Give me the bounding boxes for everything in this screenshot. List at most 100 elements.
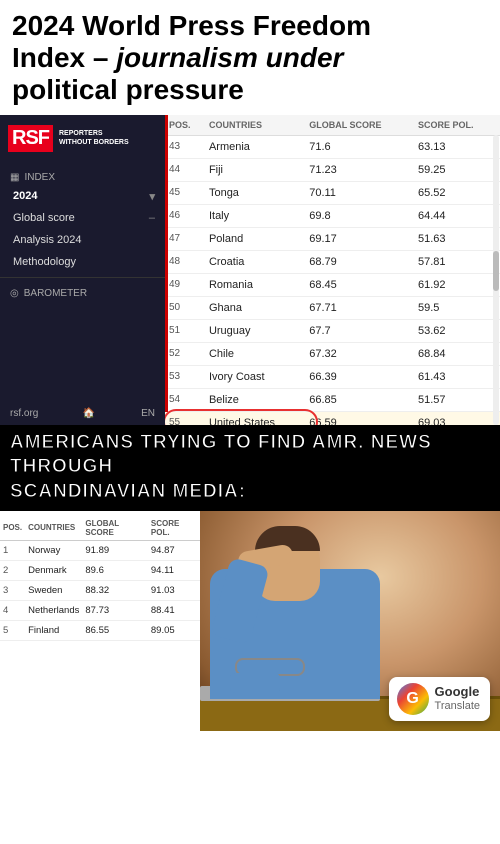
table-row: 53Ivory Coast66.3961.43 — [165, 365, 500, 388]
cell-country: Romania — [205, 273, 305, 296]
cell-country: Netherlands — [25, 600, 82, 620]
cell-pos: 2 — [0, 560, 25, 580]
barometer-section-title: ◎ BAROMETER — [0, 282, 165, 301]
cell-global: 67.71 — [305, 296, 414, 319]
rsf-sidebar: RSF REPORTERS WITHOUT BORDERS ▦ INDEX 20… — [0, 115, 165, 425]
cell-country: Poland — [205, 227, 305, 250]
small-col-global: GLOBAL SCORE — [82, 516, 148, 541]
cell-country: Armenia — [205, 135, 305, 158]
table-row: 54Belize66.8551.57 — [165, 388, 500, 411]
cell-country: Ivory Coast — [205, 365, 305, 388]
cell-pol: 91.03 — [148, 580, 200, 600]
scrollbar-thumb — [493, 251, 499, 291]
small-col-country: COUNTRIES — [25, 516, 82, 541]
cell-pol: 59.5 — [414, 296, 500, 319]
cell-pos: 45 — [165, 181, 205, 204]
google-translate-badge[interactable]: G Google Translate — [389, 677, 490, 721]
main-table-body: 43Armenia71.663.1344Fiji71.2359.2545Tong… — [165, 135, 500, 425]
rsf-logo-mark: RSF — [8, 125, 53, 152]
rsf-logo-subtitle: REPORTERS WITHOUT BORDERS — [59, 129, 129, 147]
cell-pol: 53.62 — [414, 319, 500, 342]
cell-global: 86.55 — [82, 620, 148, 640]
cell-global: 91.89 — [82, 540, 148, 560]
cell-pos: 55 — [165, 411, 205, 425]
nav-divider — [0, 277, 165, 278]
cell-pol: 68.84 — [414, 342, 500, 365]
cell-pol: 63.13 — [414, 135, 500, 158]
cell-pos: 53 — [165, 365, 205, 388]
cell-country: Norway — [25, 540, 82, 560]
cell-pol: 61.43 — [414, 365, 500, 388]
google-icon: G — [397, 683, 429, 715]
cell-pos: 46 — [165, 204, 205, 227]
page-title: 2024 World Press Freedom Index – journal… — [12, 10, 488, 107]
cell-pol: 51.63 — [414, 227, 500, 250]
cell-global: 69.8 — [305, 204, 414, 227]
list-item: 2Denmark89.694.11 — [0, 560, 200, 580]
cell-pos: 50 — [165, 296, 205, 319]
cell-global: 67.7 — [305, 319, 414, 342]
title-section: 2024 World Press Freedom Index – journal… — [0, 0, 500, 115]
rsf-logo: RSF REPORTERS WITHOUT BORDERS — [0, 115, 165, 162]
cell-pos: 51 — [165, 319, 205, 342]
cell-country: Denmark — [25, 560, 82, 580]
cell-pol: 94.87 — [148, 540, 200, 560]
small-table-area: POS. COUNTRIES GLOBAL SCORE SCORE POL. 1… — [0, 511, 200, 731]
small-col-pos: POS. — [0, 516, 25, 541]
imgflip-watermark: imgflip.com — [6, 717, 52, 727]
col-global: GLOBAL SCORE — [305, 115, 414, 136]
list-item: 4Netherlands87.7388.41 — [0, 600, 200, 620]
small-freedom-table: POS. COUNTRIES GLOBAL SCORE SCORE POL. 1… — [0, 516, 200, 641]
home-icon: 🏠 — [82, 408, 94, 419]
cell-pol: 61.92 — [414, 273, 500, 296]
cell-global: 67.32 — [305, 342, 414, 365]
table-row: 45Tonga70.1165.52 — [165, 181, 500, 204]
cell-country: United States — [205, 411, 305, 425]
site-link[interactable]: rsf.org — [10, 408, 38, 419]
table-row: 44Fiji71.2359.25 — [165, 158, 500, 181]
table-row: 49Romania68.4561.92 — [165, 273, 500, 296]
table-scrollbar[interactable] — [493, 135, 499, 425]
rsf-footer: rsf.org 🏠 EN — [0, 402, 165, 425]
cell-global: 70.11 — [305, 181, 414, 204]
cell-pol: 51.57 — [414, 388, 500, 411]
cell-pos: 5 — [0, 620, 25, 640]
cell-pol: 88.41 — [148, 600, 200, 620]
table-row: 55United States66.5969.03 — [165, 411, 500, 425]
nav-year[interactable]: 2024 ▾ — [0, 185, 165, 207]
cell-global: 66.59 — [305, 411, 414, 425]
table-row: 46Italy69.864.44 — [165, 204, 500, 227]
cell-country: Sweden — [25, 580, 82, 600]
lang-toggle[interactable]: EN — [141, 408, 155, 419]
cell-global: 68.45 — [305, 273, 414, 296]
table-header-row: POS. COUNTRIES GLOBAL SCORE SCORE POL. — [165, 115, 500, 136]
col-pol: SCORE POL. — [414, 115, 500, 136]
nav-analysis[interactable]: Analysis 2024 — [0, 229, 165, 251]
translate-label: Google Translate — [435, 684, 480, 713]
table-row: 48Croatia68.7957.81 — [165, 250, 500, 273]
col-pos: POS. — [165, 115, 205, 136]
cell-pos: 48 — [165, 250, 205, 273]
rsf-section: RSF REPORTERS WITHOUT BORDERS ▦ INDEX 20… — [0, 115, 500, 425]
cell-pol: 65.52 — [414, 181, 500, 204]
cell-global: 71.23 — [305, 158, 414, 181]
cell-pos: 1 — [0, 540, 25, 560]
table-row: 51Uruguay67.753.62 — [165, 319, 500, 342]
meme-text: AMERICANS TRYING TO FIND AMR. NEWS THROU… — [0, 425, 500, 511]
cell-global: 68.79 — [305, 250, 414, 273]
nav-score[interactable]: Global score – — [0, 207, 165, 229]
cell-pos: 47 — [165, 227, 205, 250]
small-col-pol: SCORE POL. — [148, 516, 200, 541]
index-section-title: ▦ INDEX — [0, 166, 165, 185]
nav-methodology[interactable]: Methodology — [0, 251, 165, 273]
cell-country: Croatia — [205, 250, 305, 273]
cell-pos: 52 — [165, 342, 205, 365]
cell-pol: 69.03 — [414, 411, 500, 425]
list-item: 1Norway91.8994.87 — [0, 540, 200, 560]
chart-icon: ▦ — [10, 172, 19, 183]
bottom-section: POS. COUNTRIES GLOBAL SCORE SCORE POL. 1… — [0, 511, 500, 731]
rsf-nav: ▦ INDEX 2024 ▾ Global score – Analysis 2… — [0, 162, 165, 402]
cell-pol: 94.11 — [148, 560, 200, 580]
col-country: COUNTRIES — [205, 115, 305, 136]
cell-pol: 89.05 — [148, 620, 200, 640]
